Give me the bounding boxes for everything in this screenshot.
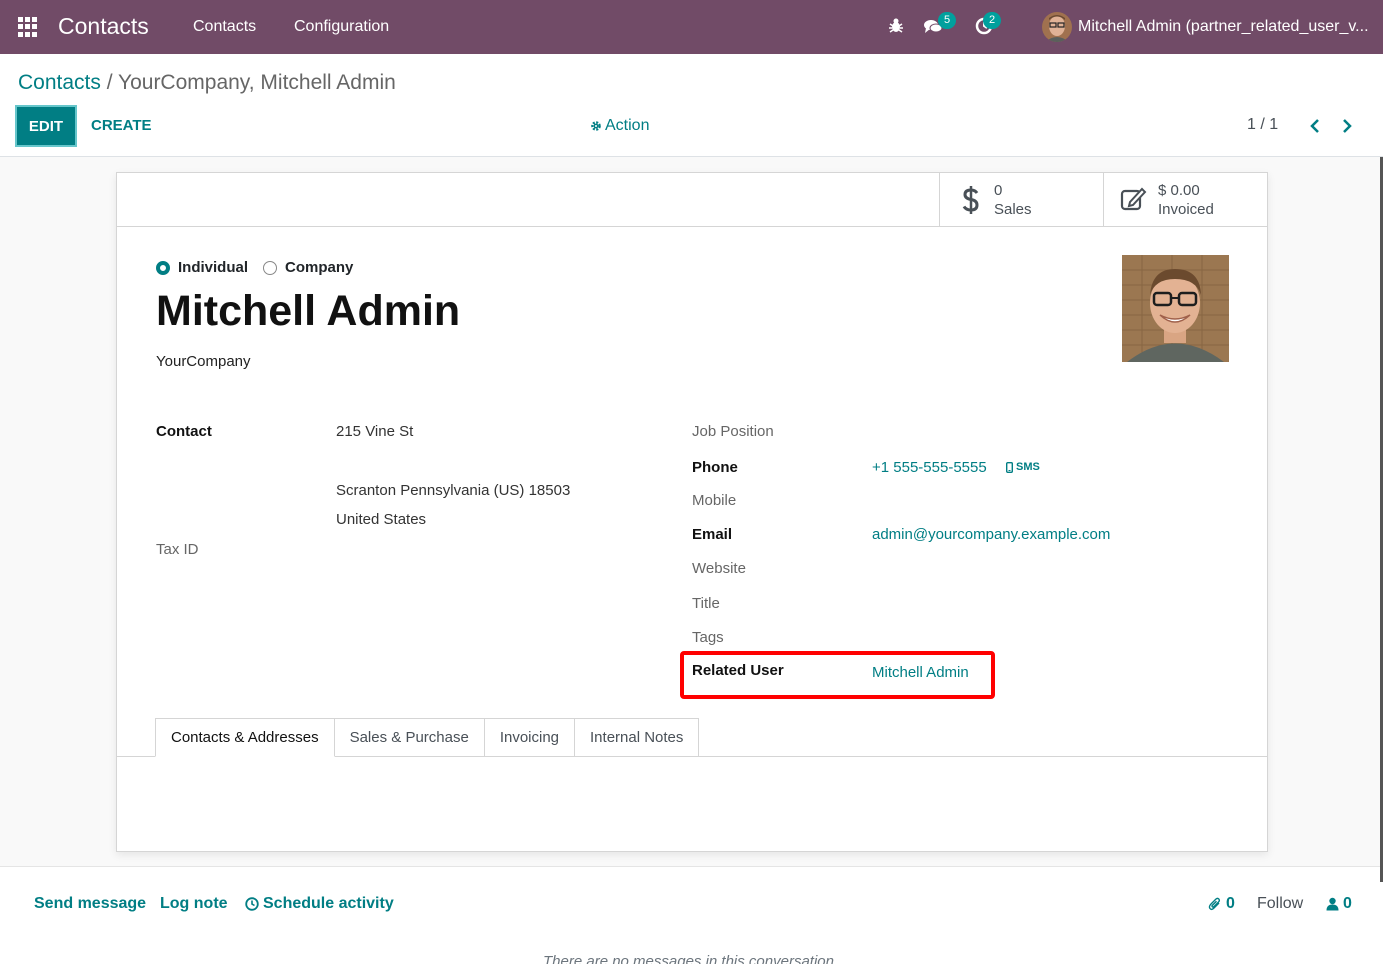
city-state-zip-value: Scranton Pennsylvania (US) 18503 <box>336 482 571 499</box>
gear-icon <box>591 121 601 131</box>
tab-invoicing[interactable]: Invoicing <box>484 718 576 757</box>
form-sheet: 0 Sales $ 0.00 Invoiced Individual Compa… <box>116 172 1268 852</box>
menu-configuration[interactable]: Configuration <box>294 18 389 36</box>
tab-internal-notes[interactable]: Internal Notes <box>575 718 700 757</box>
type-individual-label: Individual <box>178 259 249 276</box>
radio-unchecked-icon <box>263 260 277 275</box>
follow-button[interactable]: Follow <box>1257 895 1303 913</box>
sms-button[interactable]: SMS <box>1006 461 1040 473</box>
schedule-activity-button[interactable]: Schedule activity <box>245 895 394 913</box>
menu-contacts[interactable]: Contacts <box>193 18 256 36</box>
paperclip-icon <box>1208 897 1221 911</box>
phone-label: Phone <box>692 459 738 476</box>
messages-badge: 5 <box>938 12 956 29</box>
user-menu[interactable]: Mitchell Admin (partner_related_user_v..… <box>1078 18 1369 36</box>
control-panel: Contacts / YourCompany, Mitchell Admin E… <box>0 54 1383 157</box>
attachments-button[interactable]: 0 <box>1208 895 1235 913</box>
related-user-highlight <box>680 651 995 699</box>
chatter: Send message Log note Schedule activity … <box>0 866 1383 964</box>
breadcrumb-contacts-link[interactable]: Contacts <box>18 71 101 94</box>
phone-link[interactable]: +1 555-555-5555 <box>872 459 987 476</box>
tab-sales-purchase[interactable]: Sales & Purchase <box>334 718 485 757</box>
street-value: 215 Vine St <box>336 423 414 440</box>
top-navbar: Contacts Contacts Configuration 5 2 Mitc… <box>0 0 1383 54</box>
invoiced-label: Invoiced <box>1158 201 1214 218</box>
pager-next-icon[interactable] <box>1339 117 1355 135</box>
followers-button[interactable]: 0 <box>1326 895 1352 913</box>
job-position-label: Job Position <box>692 423 774 440</box>
log-note-button[interactable]: Log note <box>160 895 228 913</box>
title-label: Title <box>692 595 720 612</box>
mobile-phone-icon <box>1006 461 1013 473</box>
user-icon <box>1326 897 1339 911</box>
action-dropdown[interactable]: Action <box>590 117 649 135</box>
tags-label: Tags <box>692 629 724 646</box>
email-label: Email <box>692 526 733 543</box>
breadcrumb: Contacts / YourCompany, Mitchell Admin <box>18 71 396 95</box>
empty-thread-message: There are no messages in this conversati… <box>543 953 839 964</box>
contact-label: Contact <box>156 423 212 440</box>
app-grid-icon[interactable] <box>18 17 39 37</box>
activities-badge: 2 <box>983 12 1001 29</box>
sales-count: 0 <box>994 182 1003 199</box>
tax-id-label: Tax ID <box>156 541 199 558</box>
action-label: Action <box>605 117 650 134</box>
breadcrumb-current: YourCompany, Mitchell Admin <box>118 71 396 94</box>
edit-invoice-icon <box>1120 187 1147 211</box>
clock-icon <box>245 897 259 911</box>
smart-button-box: 0 Sales $ 0.00 Invoiced <box>117 173 1267 227</box>
pager-previous-icon[interactable] <box>1307 117 1323 135</box>
attachments-count: 0 <box>1226 895 1235 912</box>
type-individual-radio[interactable]: Individual <box>156 259 248 276</box>
partner-name: Mitchell Admin <box>156 287 461 335</box>
dollar-icon <box>962 186 979 214</box>
schedule-activity-label: Schedule activity <box>263 895 394 912</box>
website-label: Website <box>692 560 746 577</box>
edit-button[interactable]: EDIT <box>15 105 77 147</box>
breadcrumb-separator: / <box>100 71 118 94</box>
app-title[interactable]: Contacts <box>58 13 149 40</box>
user-avatar[interactable] <box>1042 12 1072 42</box>
send-message-button[interactable]: Send message <box>34 895 146 913</box>
radio-checked-icon <box>156 260 170 275</box>
invoiced-amount: $ 0.00 <box>1158 182 1200 199</box>
debug-bug-icon[interactable] <box>886 16 906 36</box>
sales-label: Sales <box>994 201 1032 218</box>
followers-count: 0 <box>1343 895 1352 912</box>
tab-contacts-addresses[interactable]: Contacts & Addresses <box>155 718 335 757</box>
type-company-radio[interactable]: Company <box>263 259 353 276</box>
pager-value[interactable]: 1 / 1 <box>1247 116 1278 134</box>
parent-company: YourCompany <box>156 353 251 370</box>
country-value: United States <box>336 511 427 528</box>
mobile-label: Mobile <box>692 492 737 509</box>
notebook-tabs: Contacts & Addresses Sales & Purchase In… <box>155 718 700 757</box>
sales-smart-button[interactable]: 0 Sales <box>939 173 1104 226</box>
sms-label: SMS <box>1016 461 1040 473</box>
partner-photo <box>1122 255 1229 362</box>
email-link[interactable]: admin@yourcompany.example.com <box>872 526 1110 543</box>
invoiced-smart-button[interactable]: $ 0.00 Invoiced <box>1103 173 1267 226</box>
type-company-label: Company <box>285 259 354 276</box>
create-button[interactable]: CREATE <box>91 117 152 134</box>
